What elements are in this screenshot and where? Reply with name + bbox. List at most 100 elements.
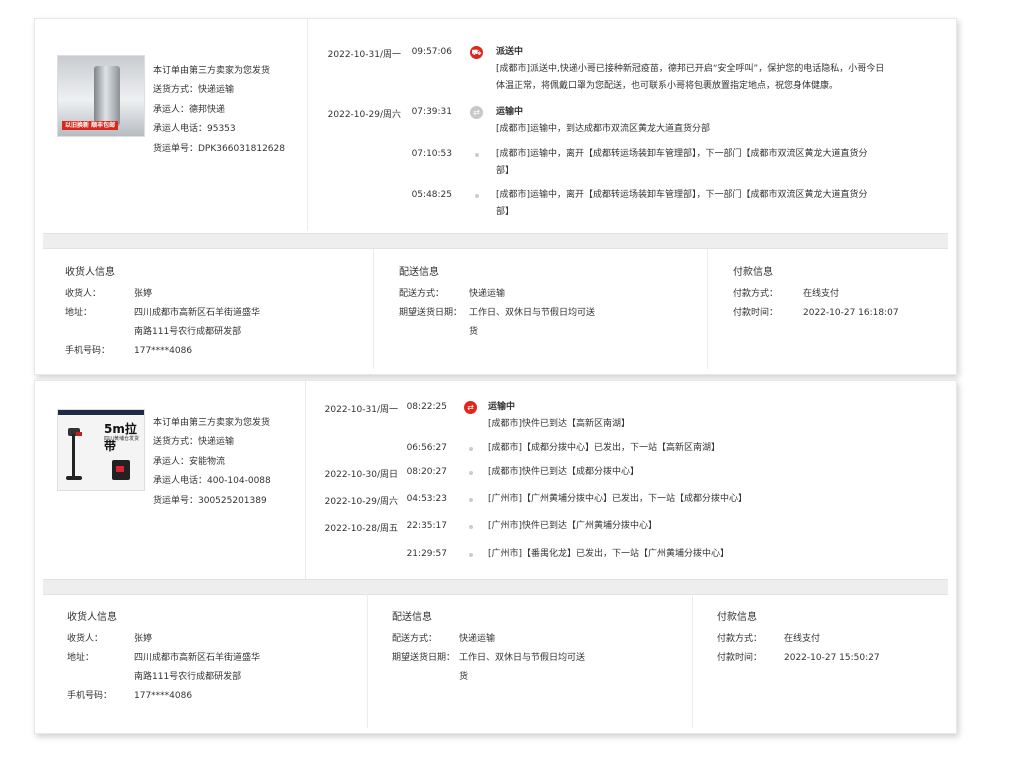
event-text: [成都市]派送中,快递小哥已接种新冠疫苗，德邦已开启“安全呼叫”，保护您的电话隐… [496, 64, 885, 74]
address-label: 地址： [65, 308, 93, 318]
event-body: [成都市]运输中，离开【成都转运场装卸车管理部】，下一部门【成都市双流区黄龙大道… [496, 187, 868, 221]
delivery-method: 快递运输 [459, 634, 496, 644]
event-body: [广州市]【广州黄埔分拨中心】已发出，下一站【成都分拨中心】 [488, 491, 747, 508]
shipping-method: 送货方式：快递运输 [153, 85, 235, 96]
receiver-rows: 收货人： 张婷 地址： 四川成都市高新区石羊街道盛华 南路111号农行成都研发部 手… [67, 630, 260, 706]
post-graphic [72, 434, 75, 478]
event-status: 派送中 [496, 47, 524, 57]
phone-label: 手机号码： [67, 691, 113, 701]
product-panel: 以旧换新 顺丰包邮 本订单由第三方卖家为您发货 送货方式：快递运输 承运人：德邦… [35, 19, 308, 231]
event-time: 09:57:06 [411, 47, 452, 57]
order-top-section: 以旧换新 顺丰包邮 本订单由第三方卖家为您发货 送货方式：快递运输 承运人：德邦… [35, 19, 956, 231]
event-time: 08:20:27 [406, 467, 447, 477]
expected-date-2: 货 [469, 327, 479, 337]
event-text: [成都市]运输中，离开【成都转运场装卸车管理部】，下一部门【成都市双流区黄龙大道… [496, 149, 868, 159]
payment-time: 2022-10-27 16:18:07 [803, 308, 899, 318]
payment-method: 在线支付 [803, 289, 840, 299]
event-text: [成都市]快件已到达【成都分拨中心】 [488, 467, 640, 477]
product-image-trash-bin[interactable]: 以旧换新 顺丰包邮 [57, 55, 145, 137]
expected-date-1: 工作日、双休日与节假日均可送 [469, 308, 596, 318]
payment-time-label: 付款时间： [717, 653, 763, 663]
receiver-name-label: 收货人： [65, 289, 102, 299]
shipment-info: 本订单由第三方卖家为您发货 送货方式：快递运输 承运人：德邦快递 承运人电话：9… [153, 62, 285, 159]
promo-badge: 以旧换新 顺丰包邮 [62, 121, 119, 130]
address-line-2: 南路111号农行成都研发部 [134, 327, 242, 337]
carrier-name: 承运人：德邦快递 [153, 104, 226, 115]
carrier-phone: 承运人电话：95353 [153, 124, 236, 135]
seller-note: 本订单由第三方卖家为您发货 [153, 418, 271, 428]
event-body: [广州市]【番禺化龙】已发出，下一站【广州黄埔分拨中心】 [488, 546, 729, 563]
delivery-method-label: 配送方式： [399, 289, 445, 299]
transit-icon: ⇄ [464, 401, 477, 414]
post-base-graphic [66, 476, 82, 480]
product-image-barrier-post[interactable]: 5m拉带 四川黄埔仓发货 [57, 409, 145, 491]
event-time: 21:29:57 [406, 549, 447, 559]
order-top-section: 5m拉带 四川黄埔仓发货 本订单由第三方卖家为您发货 送货方式：快递运输 承运人… [35, 381, 956, 579]
payment-time-label: 付款时间： [733, 308, 779, 318]
carrier-phone: 承运人电话：400-104-0088 [153, 476, 271, 487]
timeline-dot [469, 525, 473, 529]
order-card-2: 5m拉带 四川黄埔仓发货 本订单由第三方卖家为您发货 送货方式：快递运输 承运人… [34, 380, 957, 734]
order-info-section: 收货人信息 收货人： 张婷 地址： 四川成都市高新区石羊街道盛华 南路111号农行成… [43, 249, 948, 369]
delivery-method: 快递运输 [469, 289, 506, 299]
event-body: [成都市]快件已到达【成都分拨中心】 [488, 464, 639, 481]
event-text: 体温正常，将佩戴口罩为您配送，也可联系小哥将包裹放置指定地点，祝您身体健康。 [496, 81, 839, 91]
receiver-phone: 177****4086 [134, 346, 193, 356]
receiver-info: 收货人信息 收货人： 张婷 地址： 四川成都市高新区石羊街道盛华 南路111号农行成… [43, 594, 368, 728]
event-text: [广州市]快件已到达【广州黄埔分拨中心】 [488, 521, 658, 531]
address-line-1: 四川成都市高新区石羊街道盛华 [134, 653, 261, 663]
receiver-name: 张婷 [134, 634, 153, 644]
receiver-rows: 收货人： 张婷 地址： 四川成都市高新区石羊街道盛华 南路111号农行成都研发部 手… [65, 285, 260, 361]
event-body: 运输中 [成都市]快件已到达【高新区南湖】 [488, 399, 630, 433]
shipping-method: 送货方式：快递运输 [153, 437, 235, 448]
delivery-method-label: 配送方式： [392, 634, 438, 644]
event-time: 06:56:27 [406, 443, 447, 453]
event-text: 部】 [496, 207, 515, 217]
payment-rows: 付款方式： 在线支付 付款时间： 2022-10-27 16:18:07 [733, 285, 899, 323]
delivery-rows: 配送方式： 快递运输 期望送货日期： 工作日、双休日与节假日均可送 货 [399, 285, 595, 342]
post-red-cap-graphic [76, 432, 82, 436]
expected-date-label: 期望送货日期： [392, 653, 456, 663]
receiver-info: 收货人信息 收货人： 张婷 地址： 四川成都市高新区石羊街道盛华 南路111号农行成… [43, 249, 374, 369]
phone-label: 手机号码： [65, 346, 111, 356]
event-text: [广州市]【广州黄埔分拨中心】已发出，下一站【成都分拨中心】 [488, 494, 748, 504]
payment-method-label: 付款方式： [733, 289, 779, 299]
image-caption-small: 四川黄埔仓发货 [104, 436, 140, 442]
event-body: [成都市]运输中，离开【成都转运场装卸车管理部】，下一部门【成都市双流区黄龙大道… [496, 146, 868, 180]
carrier-name: 承运人：安能物流 [153, 456, 226, 467]
tracking-timeline[interactable]: 2022-10-31/周一 09:57:06 ⛟ 派送中 [成都市]派送中,快递… [308, 19, 956, 231]
tracking-number: 货运单号：DPK366031812628 [153, 143, 285, 154]
event-status: 运输中 [488, 402, 516, 412]
timeline-dot [469, 553, 473, 557]
event-body: 派送中 [成都市]派送中,快递小哥已接种新冠疫苗，德邦已开启“安全呼叫”，保护您… [496, 44, 884, 95]
transit-icon: ⇄ [470, 106, 483, 119]
event-body: [广州市]快件已到达【广州黄埔分拨中心】 [488, 518, 657, 535]
timeline-dot [475, 194, 479, 198]
event-text: [成都市]快件已到达【高新区南湖】 [488, 419, 631, 429]
payment-method-label: 付款方式： [717, 634, 763, 644]
event-time: 22:35:17 [406, 521, 447, 531]
section-divider [43, 233, 948, 249]
payment-time: 2022-10-27 15:50:27 [784, 653, 880, 663]
event-status: 运输中 [496, 107, 524, 117]
receiver-phone: 177****4086 [134, 691, 193, 701]
event-time: 04:53:23 [406, 494, 447, 504]
device-light-graphic [116, 466, 124, 472]
expected-date-2: 货 [459, 672, 469, 682]
receiver-name-label: 收货人： [67, 634, 104, 644]
delivery-info: 配送信息 配送方式： 快递运输 期望送货日期： 工作日、双休日与节假日均可送 货 [374, 249, 708, 369]
payment-method: 在线支付 [784, 634, 821, 644]
payment-info: 付款信息 付款方式： 在线支付 付款时间： 2022-10-27 16:18:07 [708, 249, 948, 369]
payment-rows: 付款方式： 在线支付 付款时间： 2022-10-27 15:50:27 [717, 630, 880, 668]
tracking-timeline[interactable]: 2022-10-31/周一 08:22:25 ⇄ 运输中 [成都市]快件已到达【… [306, 381, 956, 579]
timeline-dot [475, 153, 479, 157]
event-body: 运输中 [成都市]运输中，到达成都市双流区黄龙大道直货分部 [496, 104, 710, 138]
order-card-1: 以旧换新 顺丰包邮 本订单由第三方卖家为您发货 送货方式：快递运输 承运人：德邦… [34, 18, 957, 375]
event-body: [成都市]【成都分拨中心】已发出，下一站【高新区南湖】 [488, 440, 720, 457]
timeline-dot [469, 447, 473, 451]
event-time: 05:48:25 [411, 190, 452, 200]
address-line-2: 南路111号农行成都研发部 [134, 672, 242, 682]
address-label: 地址： [67, 653, 95, 663]
event-time: 07:10:53 [411, 149, 452, 159]
delivery-title: 配送信息 [399, 267, 439, 278]
